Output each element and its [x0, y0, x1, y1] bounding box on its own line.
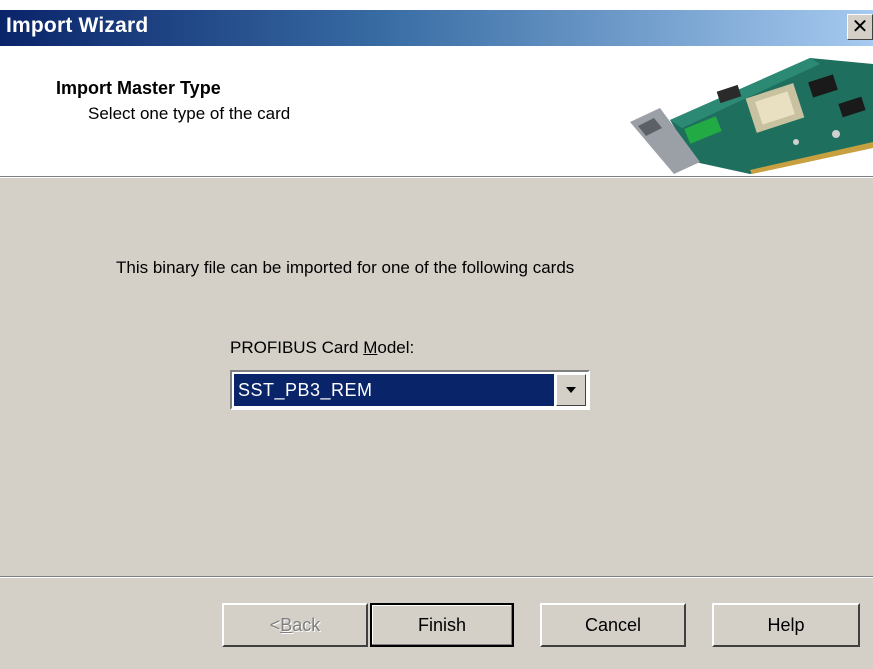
back-text-post: ack — [292, 614, 321, 635]
card-model-label: PROFIBUS Card Model: — [230, 338, 414, 358]
finish-button[interactable]: Finish — [370, 603, 514, 647]
back-text-pre: < — [269, 614, 281, 635]
window-title: Import Wizard — [6, 14, 149, 37]
header-divider — [0, 177, 873, 178]
wizard-header: Import Master Type Select one type of th… — [0, 46, 873, 177]
close-icon: ✕ — [851, 16, 869, 38]
header-title: Import Master Type — [56, 78, 221, 98]
label-text-pre: PROFIBUS Card — [230, 338, 364, 357]
back-button[interactable]: < Back — [222, 603, 368, 647]
card-model-selected-value[interactable]: SST_PB3_REM — [233, 373, 555, 407]
help-button[interactable]: Help — [712, 603, 860, 647]
description-text: This binary file can be imported for one… — [116, 258, 575, 277]
dropdown-button[interactable] — [556, 374, 586, 406]
pci-card-image — [630, 58, 873, 174]
card-model-select[interactable]: SST_PB3_REM — [230, 370, 590, 410]
chevron-down-icon — [566, 387, 576, 393]
cancel-button[interactable]: Cancel — [540, 603, 686, 647]
label-accelerator: M — [363, 338, 378, 357]
label-text-post: odel: — [377, 338, 415, 357]
header-subtitle: Select one type of the card — [88, 104, 291, 123]
title-bar[interactable]: Import Wizard ✕ — [0, 10, 873, 46]
back-accelerator: B — [280, 614, 293, 635]
close-button[interactable]: ✕ — [847, 14, 873, 40]
button-separator-highlight — [0, 577, 873, 578]
top-strip — [0, 0, 873, 10]
